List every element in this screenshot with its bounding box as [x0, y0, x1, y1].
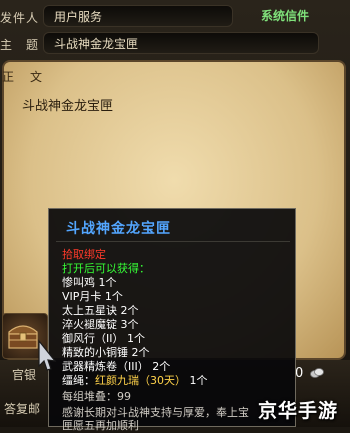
- tooltip-title: 斗战神金龙宝匣: [66, 221, 171, 237]
- reply-button[interactable]: 答复邮: [4, 400, 40, 417]
- description-line-2: 匣愿五再加顺利: [62, 419, 139, 432]
- stack-info: 每组堆叠：99: [62, 390, 131, 404]
- subject-field: 斗战神金龙宝匣: [43, 32, 319, 54]
- reward-qty: 2个: [152, 360, 171, 373]
- reward-name: 太上五星诀: [62, 304, 117, 317]
- reward-item: 太上五星诀 2个: [62, 304, 139, 318]
- bind-status: 拾取绑定: [62, 248, 106, 261]
- tooltip-divider: [56, 241, 290, 242]
- silver-label: 官银: [12, 368, 37, 382]
- reward-item: 武器精炼卷（III） 2个: [62, 360, 170, 374]
- treasure-chest-icon[interactable]: [6, 318, 40, 352]
- reward-name: 惨叫鸡: [62, 276, 95, 289]
- sender-value: 用户服务: [54, 10, 103, 24]
- watermark-text: 京华手游: [258, 400, 339, 422]
- reward-qty: 2个: [120, 304, 139, 317]
- system-mail-label: 系统信件: [261, 9, 310, 23]
- reward-name: VIP月卡: [62, 290, 102, 303]
- reward-item: 惨叫鸡 1个: [62, 276, 117, 290]
- reward-qty: 1个: [127, 332, 145, 345]
- reward-qty: 1个: [98, 276, 117, 289]
- stack-label: 每组堆叠：: [62, 390, 117, 403]
- reward-item: 御风行（II） 1个: [62, 332, 145, 346]
- reward-item: 精致的小铜锤 2个: [62, 346, 150, 360]
- mount-reward: 缰绳：红颜九瑞（30天） 1个: [62, 374, 208, 388]
- coin-amount: 0: [295, 366, 304, 381]
- body-text: 斗战神金龙宝匣: [22, 99, 114, 114]
- reward-item: VIP月卡 1个: [62, 290, 123, 304]
- subject-value: 斗战神金龙宝匣: [54, 37, 139, 51]
- mount-prefix: 缰绳：: [62, 374, 95, 387]
- mount-qty: 1个: [189, 374, 208, 387]
- description-line-1: 感谢长期对斗战神支持与厚爱，奉上宝: [62, 406, 249, 419]
- reward-qty: 2个: [131, 346, 150, 359]
- reward-name: 淬火褪魔锭: [62, 318, 117, 331]
- stack-value: 99: [117, 390, 131, 403]
- sender-field: 用户服务: [43, 5, 233, 27]
- cursor-icon: [38, 339, 57, 371]
- reward-qty: 1个: [104, 290, 123, 303]
- sender-label: 发件人: [0, 11, 40, 25]
- reward-name: 精致的小铜锤: [62, 346, 128, 359]
- reward-name: 御风行（II）: [62, 332, 124, 345]
- body-label: 正 文: [2, 70, 45, 84]
- mount-name: 红颜九瑞（30天）: [95, 374, 186, 387]
- coin-icon: [310, 368, 324, 378]
- subject-label: 主 题: [0, 38, 40, 52]
- reward-name: 武器精炼卷（III）: [62, 360, 149, 373]
- reward-qty: 3个: [120, 318, 139, 331]
- reward-item: 淬火褪魔锭 3个: [62, 318, 139, 332]
- open-hint: 打开后可以获得：: [62, 262, 150, 275]
